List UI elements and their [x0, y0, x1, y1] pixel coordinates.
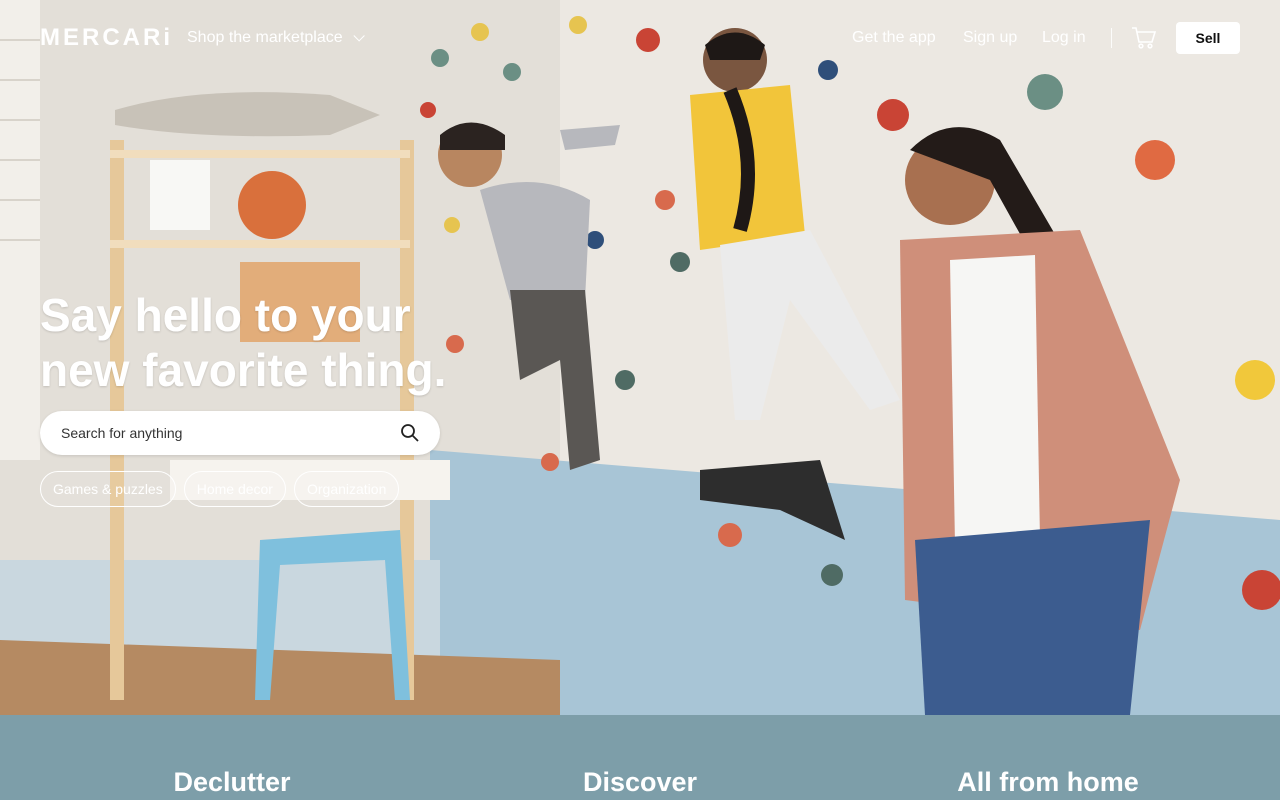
declutter-heading: Declutter: [173, 767, 291, 797]
shop-marketplace-dropdown[interactable]: Shop the marketplace: [187, 29, 365, 47]
get-the-app-link[interactable]: Get the app: [852, 29, 936, 47]
suggestion-chips: Games & puzzles Home decor Organization: [40, 471, 400, 507]
feature-band: Declutter Discover All from home: [0, 715, 1280, 800]
top-nav: MERCARi Shop the marketplace Get the app…: [0, 0, 1280, 76]
shop-marketplace-label: Shop the marketplace: [187, 29, 343, 46]
search-bar: [40, 411, 440, 455]
sell-button[interactable]: Sell: [1176, 22, 1240, 54]
search-icon[interactable]: [400, 423, 420, 443]
cart-icon[interactable]: [1131, 26, 1157, 50]
discover-heading: Discover: [582, 767, 698, 797]
sign-up-link[interactable]: Sign up: [963, 29, 1017, 47]
hero-headline: Say hello to your new favorite thing.: [40, 288, 500, 398]
headline-line-1: Say hello to your: [40, 289, 411, 341]
mercari-logo[interactable]: MERCARi: [40, 24, 173, 52]
nav-divider: [1111, 28, 1112, 48]
chevron-down-icon: [353, 30, 365, 42]
chip-organization[interactable]: Organization: [293, 471, 400, 507]
hero-section: MERCARi Shop the marketplace Get the app…: [0, 0, 1280, 715]
all-from-home-heading: All from home: [957, 767, 1139, 797]
headline-line-2: new favorite thing.: [40, 344, 447, 396]
chip-home-decor[interactable]: Home decor: [183, 471, 286, 507]
search-input[interactable]: [61, 425, 400, 441]
log-in-link[interactable]: Log in: [1042, 29, 1086, 47]
chip-games-puzzles[interactable]: Games & puzzles: [40, 471, 176, 507]
